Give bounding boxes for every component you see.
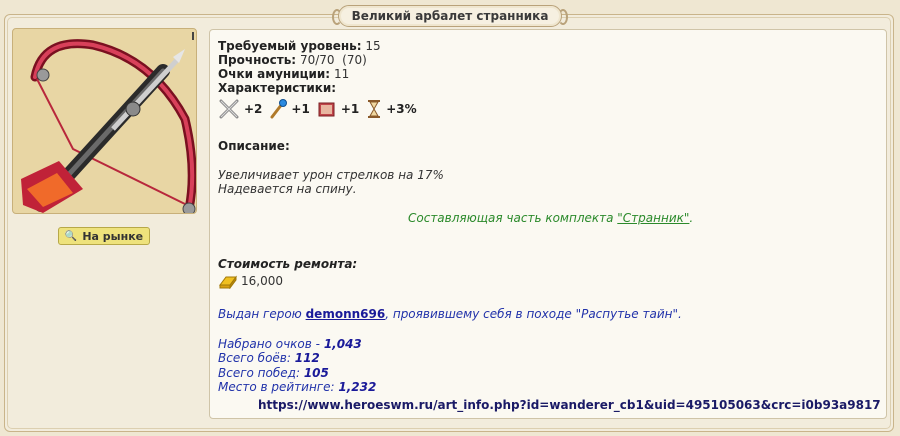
level-row: Требуемый уровень: 15 [218,39,381,53]
points-label: Набрано очков - [218,337,324,351]
item-title: Великий арбалет странника [351,9,549,23]
issued-prefix: Выдан герою [218,307,306,321]
wins-row: Всего побед: 105 [218,366,329,380]
issued-suffix: , проявившему себя в походе "Распутье та… [385,307,682,321]
market-button[interactable]: 🔍 На рынке [58,227,150,245]
level-label: Требуемый уровень: [218,39,362,53]
wand-icon [270,99,288,119]
stats-heading-row: Характеристики: [218,81,336,95]
battles-label: Всего боёв: [218,351,295,365]
title-plate: Великий арбалет странника [332,5,568,27]
set-suffix: . [689,211,694,225]
artifact-image [12,28,197,214]
durability-row: Прочность: 70/70 (70) [218,53,367,67]
battles-row: Всего боёв: 112 [218,351,320,365]
set-link[interactable]: "Странник" [617,211,689,225]
rank-label: Место в рейтинге: [218,380,339,394]
description-heading: Описание: [218,139,290,153]
hero-link[interactable]: demonn696 [306,307,386,321]
hourglass-icon [368,100,381,118]
book-icon [318,102,335,117]
description-line-2: Надевается на спину. [218,182,357,196]
stats-label: Характеристики: [218,81,337,95]
description-heading-row: Описание: [218,139,290,153]
gold-icon [219,275,237,289]
repair-heading-row: Стоимость ремонта: [218,257,357,271]
repair-cost-row: 16,000 [218,273,283,289]
stats-row: +2 +1 +1 +3% [218,99,420,119]
artifact-url[interactable]: https://www.heroeswm.ru/art_info.php?id=… [258,398,881,412]
title-ornament-left [332,9,342,25]
ammo-value: 11 [333,67,350,81]
battles-value: 112 [294,351,320,365]
issued-row: Выдан герою demonn696, проявившему себя … [218,307,682,321]
durability-value: 70/70 (70) [299,53,367,67]
points-row: Набрано очков - 1,043 [218,337,362,351]
image-corner-mark [192,32,194,40]
ammo-label: Очки амуниции: [218,67,331,81]
set-prefix: Составляющая часть комплекта [408,211,618,225]
magnifier-icon: 🔍 [64,230,78,242]
stat-attack-value: +2 [244,102,263,116]
wins-value: 105 [303,366,329,380]
ammo-row: Очки амуниции: 11 [218,67,349,81]
repair-cost: 16,000 [241,274,283,288]
title-ornament-right [558,9,568,25]
points-value: 1,043 [323,337,362,351]
swords-icon [219,99,239,119]
stat-initiative-value: +3% [386,102,417,116]
rank-row: Место в рейтинге: 1,232 [218,380,376,394]
description-line-1: Увеличивает урон стрелков на 17% [218,168,444,182]
level-value: 15 [365,39,381,53]
repair-heading: Стоимость ремонта: [218,257,358,271]
wins-label: Всего побед: [218,366,304,380]
rank-value: 1,232 [338,380,377,394]
crossbow-icon [21,39,196,213]
stat-spellpower-value: +1 [291,102,310,116]
durability-label: Прочность: [218,53,297,67]
set-row: Составляющая часть комплекта "Странник". [408,211,693,225]
stat-knowledge-value: +1 [340,102,360,116]
market-button-label: На рынке [82,229,144,243]
